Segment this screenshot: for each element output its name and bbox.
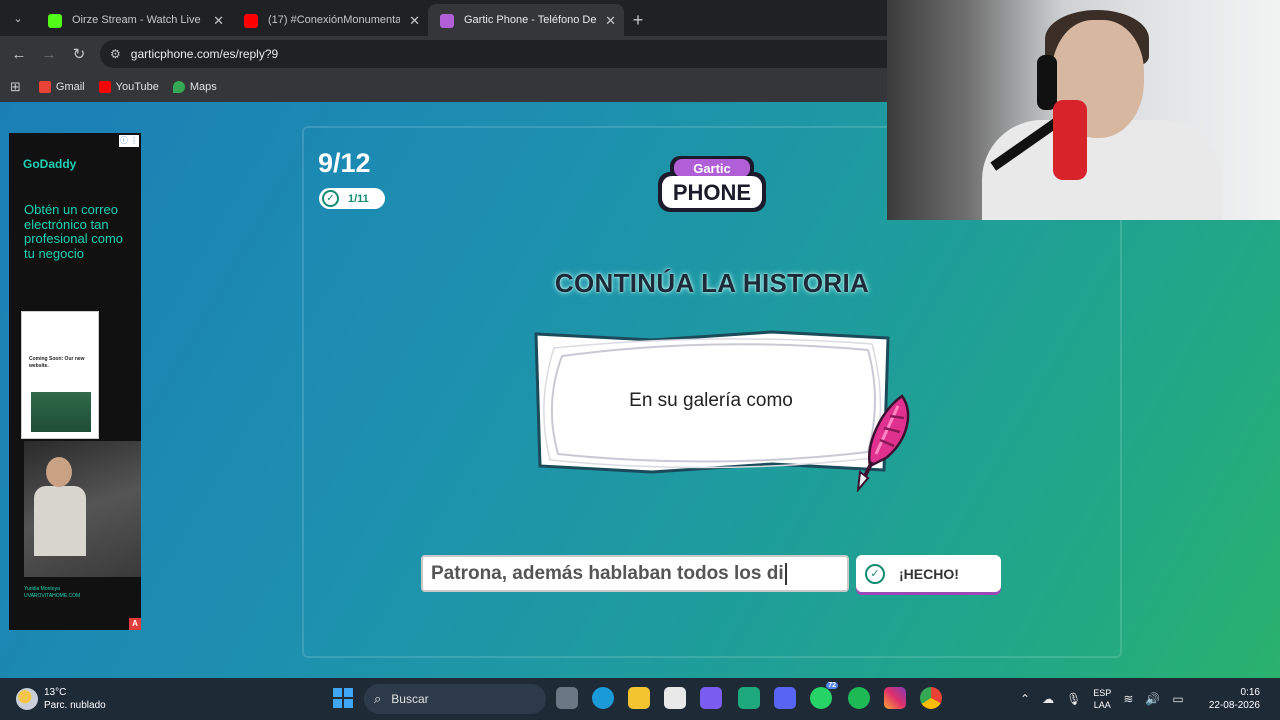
cloud-icon[interactable]: ☁ bbox=[1042, 692, 1054, 706]
check-icon: ✓ bbox=[322, 190, 339, 207]
reload-icon[interactable]: ↻ bbox=[64, 45, 94, 63]
logo-top-text: Gartic bbox=[693, 161, 731, 176]
copilot-icon[interactable] bbox=[700, 687, 722, 709]
language-indicator[interactable]: ESP LAA bbox=[1093, 687, 1111, 711]
ad-headline: Obtén un correo electrónico tan profesio… bbox=[24, 202, 123, 261]
ad-choices-icon[interactable]: ⓘ ⋮ bbox=[119, 135, 139, 147]
ad-credit: Yuridia Montoya UVAROVITAHOME.COM bbox=[24, 586, 80, 600]
notification-badge: 72 bbox=[826, 682, 838, 689]
ad-credit-name: Yuridia Montoya bbox=[24, 586, 60, 592]
check-icon: ✓ bbox=[865, 563, 885, 584]
chevron-up-icon[interactable]: ⌃ bbox=[1020, 692, 1030, 706]
turn-counter-text: 1/11 bbox=[348, 192, 369, 205]
chrome-icon[interactable] bbox=[920, 687, 942, 709]
ad-photo bbox=[24, 441, 141, 577]
lang-bottom: LAA bbox=[1093, 700, 1111, 710]
youtube-icon bbox=[98, 81, 111, 93]
ad-brand: GoDaddy bbox=[23, 157, 77, 171]
answer-text: Patrona, además hablaban todos los di bbox=[431, 562, 784, 584]
url-text: garticphone.com/es/reply?9 bbox=[130, 47, 279, 61]
bookmark-label: YouTube bbox=[115, 81, 159, 93]
discord-icon[interactable] bbox=[774, 687, 796, 709]
quill-icon bbox=[856, 394, 910, 492]
ad-mock-image bbox=[31, 392, 91, 432]
ad-mock-text: Coming Soon: Our new website. bbox=[29, 356, 85, 369]
kick-icon bbox=[48, 14, 62, 28]
clock[interactable]: 0:16 22-08-2026 bbox=[1200, 686, 1260, 712]
tab-search-icon[interactable]: ⌄ bbox=[4, 4, 32, 32]
bookmark-maps[interactable]: Maps bbox=[172, 81, 217, 93]
close-icon[interactable]: ✕ bbox=[409, 13, 420, 29]
sidebar-ad[interactable]: ⓘ ⋮ GoDaddy Obtén un correo electrónico … bbox=[9, 133, 141, 630]
search-icon: ⌕ bbox=[374, 691, 382, 706]
close-icon[interactable]: ✕ bbox=[213, 13, 224, 29]
ad-email-mockup: Coming Soon: Our new website. bbox=[21, 311, 99, 439]
search-placeholder: Buscar bbox=[391, 692, 429, 706]
bookmark-label: Gmail bbox=[55, 81, 85, 93]
round-counter: 9/12 bbox=[318, 148, 371, 178]
system-tray: ⌃ ☁ 🎙 ESP LAA ≋ 🔊 ▭ bbox=[1020, 678, 1196, 720]
store-icon[interactable] bbox=[664, 687, 686, 709]
bookmark-gmail[interactable]: Gmail bbox=[38, 81, 85, 93]
wifi-icon[interactable]: ≋ bbox=[1123, 692, 1133, 706]
headset-icon bbox=[1037, 55, 1057, 110]
new-tab-button[interactable]: + bbox=[624, 6, 652, 34]
gartic-icon bbox=[440, 14, 454, 28]
start-icon[interactable] bbox=[333, 688, 353, 708]
app-icon[interactable] bbox=[738, 687, 760, 709]
lang-top: ESP bbox=[1093, 688, 1112, 698]
tab-title: (17) #ConexiónMonumental | Co bbox=[268, 14, 400, 26]
gartic-phone-logo: Gartic PHONE bbox=[658, 156, 766, 212]
windows-taskbar: 13°C Parc. nublado ⌕ Buscar 72 ⌃ ☁ 🎙 ESP… bbox=[0, 678, 1280, 720]
volume-icon[interactable]: 🔊 bbox=[1145, 692, 1160, 706]
spotify-icon[interactable] bbox=[848, 687, 870, 709]
close-icon[interactable]: ✕ bbox=[605, 13, 616, 29]
bookmark-youtube[interactable]: YouTube bbox=[98, 81, 159, 93]
site-settings-icon[interactable]: ⚙ bbox=[110, 47, 121, 61]
task-view-icon[interactable] bbox=[556, 687, 578, 709]
tab-kick[interactable]: Oirze Stream - Watch Live on Ki ✕ bbox=[36, 4, 232, 36]
tab-gartic[interactable]: Gartic Phone - Teléfono Descon ✕ bbox=[428, 4, 624, 36]
weather-desc: Parc. nublado bbox=[44, 700, 106, 711]
back-arrow-icon[interactable]: ← bbox=[4, 46, 34, 63]
forward-arrow-icon[interactable]: → bbox=[34, 46, 64, 63]
battery-icon[interactable]: ▭ bbox=[1172, 692, 1183, 706]
ad-credit-site: UVAROVITAHOME.COM bbox=[24, 593, 81, 599]
bookmark-label: Maps bbox=[189, 81, 217, 93]
done-button[interactable]: ✓ ¡HECHO! bbox=[856, 555, 1001, 592]
clock-date: 22-08-2026 bbox=[1208, 700, 1260, 711]
youtube-icon bbox=[244, 14, 258, 28]
maps-pin-icon bbox=[172, 81, 185, 93]
page-title: CONTINÚA LA HISTORIA bbox=[554, 268, 870, 298]
file-explorer-icon[interactable] bbox=[628, 687, 650, 709]
address-bar[interactable]: ⚙ garticphone.com/es/reply?9 bbox=[100, 40, 940, 68]
logo-bottom-text: PHONE bbox=[673, 180, 751, 205]
apps-grid-icon[interactable]: ⊞ bbox=[10, 79, 21, 95]
tab-youtube[interactable]: (17) #ConexiónMonumental | Co ✕ bbox=[232, 4, 428, 36]
weather-widget[interactable]: 13°C Parc. nublado bbox=[16, 686, 106, 712]
weather-temp: 13°C bbox=[44, 687, 67, 698]
tab-title: Gartic Phone - Teléfono Descon bbox=[464, 14, 596, 26]
gmail-icon bbox=[38, 81, 51, 93]
microphone-icon bbox=[1053, 100, 1087, 180]
clock-time: 0:16 bbox=[1240, 687, 1260, 698]
ad-badge-icon: A bbox=[129, 618, 141, 630]
webcam-overlay bbox=[887, 0, 1280, 220]
weather-icon bbox=[16, 688, 38, 710]
text-caret bbox=[784, 562, 787, 585]
turn-counter: ✓ 1/11 bbox=[319, 188, 385, 209]
edge-icon[interactable] bbox=[592, 687, 614, 709]
taskbar-search[interactable]: ⌕ Buscar bbox=[364, 684, 546, 714]
whatsapp-icon[interactable]: 72 bbox=[810, 682, 838, 709]
story-answer-input[interactable]: Patrona, además hablaban todos los di bbox=[421, 555, 849, 592]
tab-title: Oirze Stream - Watch Live on Ki bbox=[72, 14, 204, 26]
done-button-label: ¡HECHO! bbox=[899, 565, 959, 582]
instagram-icon[interactable] bbox=[884, 687, 906, 709]
mic-icon[interactable]: 🎙 bbox=[1066, 692, 1081, 706]
prompt-text: En su galería como bbox=[629, 390, 793, 411]
